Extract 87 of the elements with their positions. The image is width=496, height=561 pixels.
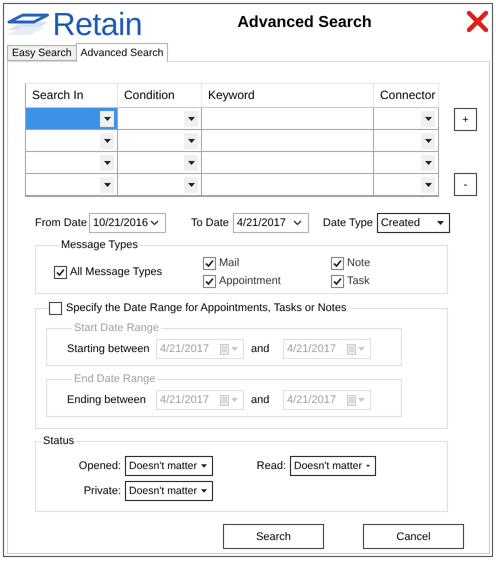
date-picker[interactable]: 10/21/2016 (88, 213, 166, 233)
logo-text: Retain (52, 6, 142, 40)
caret-icon (188, 116, 194, 120)
field-label: To Date (190, 217, 229, 229)
column-header: Connector (374, 84, 439, 108)
field-label: From Date (35, 217, 87, 229)
group-title: Message Types (60, 238, 139, 252)
checkbox-label: Mail (219, 257, 240, 269)
keyword-cell[interactable] (202, 152, 374, 174)
calendar-icon (220, 394, 229, 406)
dropdown-cell[interactable] (374, 174, 439, 196)
column-header: Keyword (202, 84, 374, 108)
checkbox-label: Specify the Date Range for Appointments, Tasks or Notes (66, 301, 346, 315)
caret-icon (188, 138, 194, 142)
status-select[interactable]: Doesn't matter (125, 456, 213, 476)
dropdown-cell[interactable] (26, 152, 118, 174)
caret-icon (424, 138, 432, 142)
dialog-button[interactable]: Search (223, 524, 324, 549)
caret-icon (188, 160, 194, 164)
date-type-select[interactable]: Created (376, 213, 450, 233)
group-title: Status (42, 434, 76, 448)
dropdown-cell[interactable] (374, 108, 439, 130)
checkbox[interactable] (203, 256, 216, 270)
caret-icon (424, 116, 432, 120)
caret-icon (424, 160, 432, 164)
field-label: Starting between (67, 343, 151, 355)
checkbox[interactable] (331, 274, 344, 288)
field-label: and (251, 343, 270, 355)
window-title: Advanced Search (236, 14, 373, 32)
close-icon[interactable] (467, 11, 488, 32)
dropdown-cell[interactable] (118, 152, 202, 174)
caret-icon (200, 464, 207, 468)
chevron-down-icon (292, 220, 302, 226)
caret-icon (104, 160, 110, 164)
caret-icon (358, 347, 365, 351)
field-label: Date Type (322, 217, 373, 229)
checkbox-label: Task (347, 275, 370, 287)
field-label: Ending between (67, 394, 147, 406)
checkbox[interactable] (331, 256, 344, 270)
field-label: Read: (256, 460, 287, 472)
calendar-icon (347, 394, 356, 406)
status-select[interactable]: Doesn't matter (290, 456, 376, 476)
tab[interactable]: Advanced Search (76, 43, 168, 62)
caret-icon (424, 182, 432, 186)
group-title: End Date Range (73, 372, 156, 386)
date-picker[interactable]: 4/21/2017 (232, 213, 309, 233)
caret-icon (200, 489, 207, 493)
field-label: Opened: (78, 460, 122, 472)
dropdown-cell[interactable] (118, 130, 202, 152)
checkbox[interactable] (203, 274, 216, 288)
dropdown-cell[interactable] (118, 108, 202, 130)
group-title: Start Date Range (73, 321, 160, 335)
caret-icon (188, 182, 194, 186)
checkbox[interactable] (49, 302, 62, 314)
status-select[interactable]: Doesn't matter (125, 481, 213, 501)
checkbox[interactable] (54, 266, 67, 278)
caret-icon (104, 182, 110, 186)
caret-icon (104, 138, 110, 142)
column-header: Condition (118, 84, 202, 108)
dropdown-cell[interactable] (374, 152, 439, 174)
dropdown-cell[interactable] (26, 108, 118, 130)
row-button[interactable]: - (454, 173, 477, 196)
field-label: and (251, 394, 270, 406)
keyword-cell[interactable] (202, 130, 374, 152)
calendar-icon (347, 344, 356, 354)
caret-icon (366, 464, 370, 468)
checkbox-label: Appointment (219, 275, 281, 287)
checkbox-label: Note (347, 257, 370, 269)
dialog-button[interactable]: Cancel (363, 524, 464, 549)
field-label: Private: (82, 485, 122, 497)
dropdown-cell[interactable] (26, 130, 118, 152)
row-button[interactable]: + (454, 108, 477, 131)
keyword-cell[interactable] (202, 108, 374, 130)
caret-icon (231, 347, 238, 351)
calendar-icon (220, 344, 229, 354)
dropdown-cell[interactable] (374, 130, 439, 152)
caret-icon (436, 221, 444, 225)
dropdown-cell[interactable] (26, 174, 118, 196)
keyword-cell[interactable] (202, 174, 374, 196)
checkbox-label: All Message Types (70, 266, 162, 278)
tab[interactable]: Easy Search (7, 45, 76, 61)
dropdown-cell[interactable] (118, 174, 202, 196)
caret-icon (231, 398, 238, 402)
chevron-down-icon (150, 220, 159, 226)
caret-icon (104, 116, 110, 120)
caret-icon (358, 398, 365, 402)
column-header: Search In (26, 84, 118, 108)
